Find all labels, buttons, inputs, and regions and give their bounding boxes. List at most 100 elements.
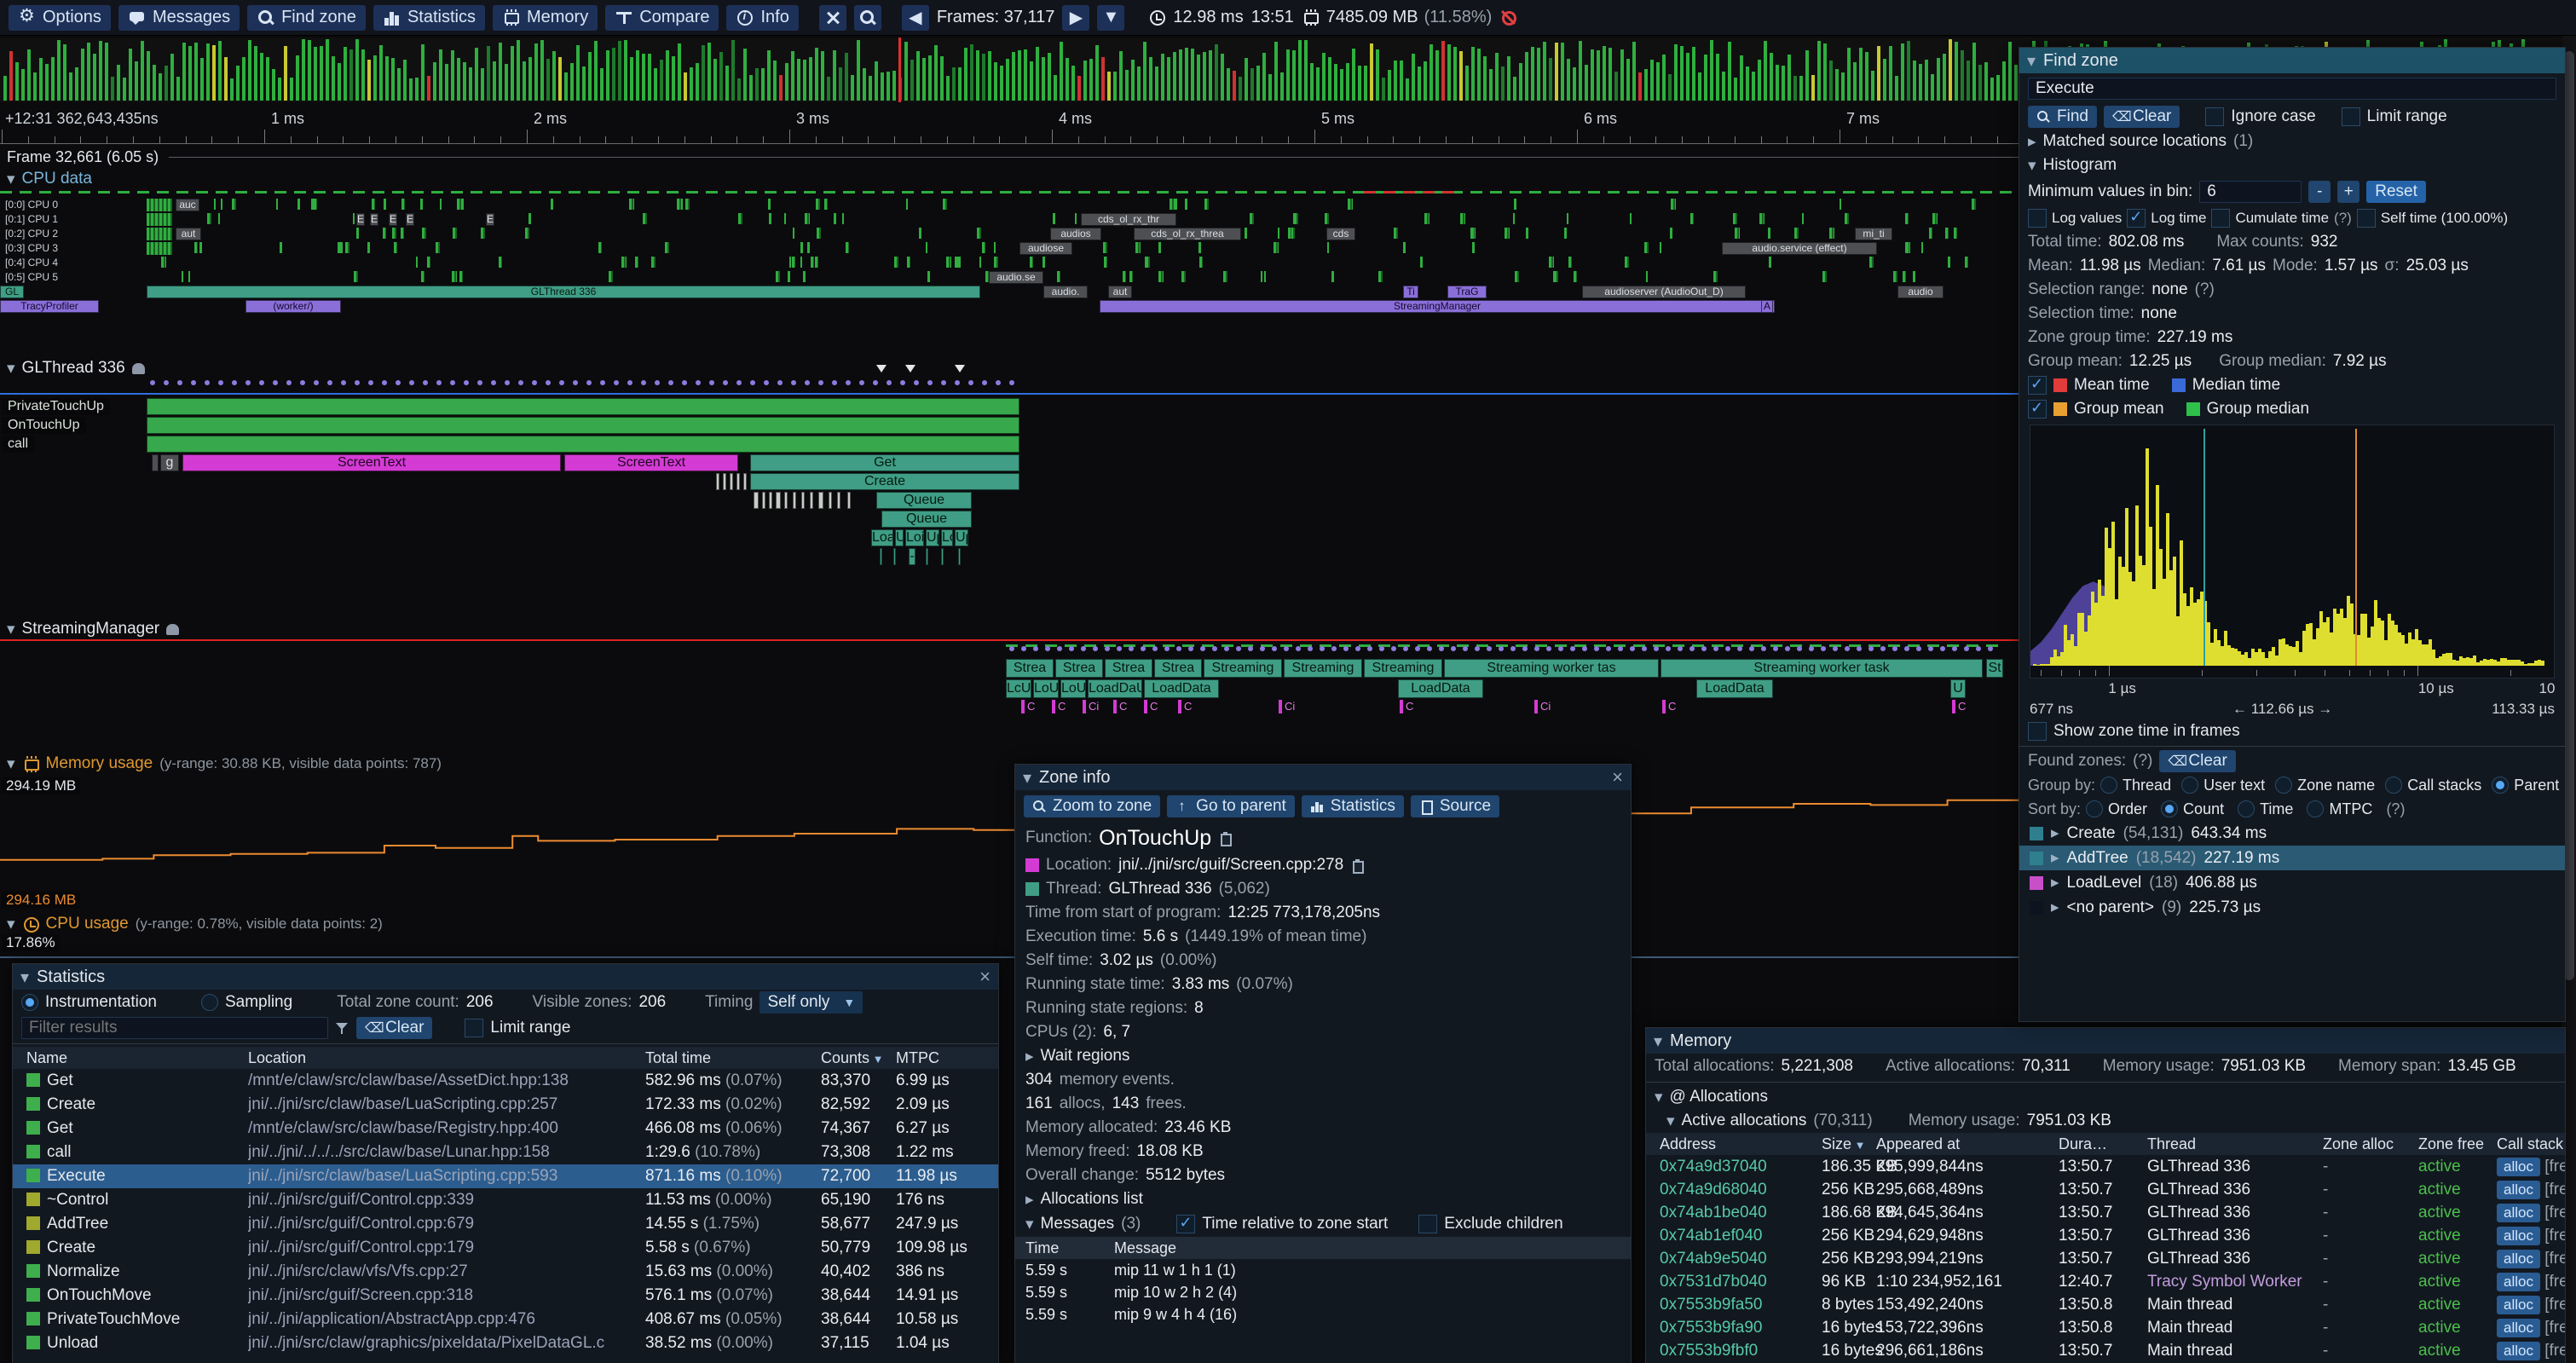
zone-marker[interactable]: C — [1178, 700, 1181, 713]
find-zone-query-input[interactable] — [2028, 78, 2556, 100]
frame-bar[interactable] — [654, 68, 657, 101]
cpu-data-header[interactable]: CPU data — [7, 169, 92, 189]
cpu-zone[interactable]: audiose — [1019, 242, 1072, 255]
increment-button[interactable]: + — [2337, 181, 2359, 203]
frame-bar[interactable] — [725, 66, 729, 101]
message-marker[interactable] — [1308, 646, 1313, 651]
column-header-name[interactable]: Name — [26, 1047, 67, 1069]
frame-bar[interactable] — [284, 46, 287, 101]
expand-arrow-icon[interactable] — [2051, 848, 2059, 868]
frame-bar[interactable] — [528, 57, 532, 101]
found-zone-group[interactable]: AddTree(18,542)227.19 ms — [2019, 846, 2565, 870]
message-marker[interactable] — [1785, 646, 1790, 651]
frame-bar[interactable] — [803, 60, 806, 101]
frame-bar[interactable] — [332, 56, 335, 101]
cpu-zone[interactable]: cds — [1326, 228, 1355, 240]
frame-bar[interactable] — [731, 40, 735, 101]
timeline-zone[interactable] — [810, 492, 813, 509]
frame-bar[interactable] — [1131, 60, 1135, 101]
frame-bar[interactable] — [1334, 64, 1337, 101]
frame-bar[interactable] — [785, 63, 788, 101]
frame-bar[interactable] — [27, 49, 31, 101]
group-by-radio-user-text[interactable] — [2181, 777, 2198, 794]
zoom-to-zone-button[interactable]: Zoom to zone — [1024, 795, 1160, 817]
timeline-zone[interactable]: Get — [750, 454, 1019, 471]
frame-bar[interactable] — [1734, 78, 1737, 101]
frame-bar[interactable] — [1710, 40, 1713, 101]
frame-bar[interactable] — [75, 67, 78, 101]
expand-arrow-icon[interactable] — [1025, 1190, 1034, 1210]
frame-bar[interactable] — [1626, 59, 1630, 101]
frame-bar[interactable] — [1847, 48, 1851, 101]
frame-bar[interactable] — [719, 52, 723, 101]
legend-checkbox[interactable] — [2028, 400, 2047, 419]
frame-bar[interactable] — [212, 45, 216, 101]
frame-bar[interactable] — [433, 62, 436, 101]
message-marker[interactable] — [1618, 646, 1623, 651]
frame-bar[interactable] — [1501, 66, 1505, 101]
frame-bar[interactable] — [1853, 62, 1857, 101]
frame-bar[interactable] — [779, 75, 783, 101]
expand-arrow-icon[interactable] — [2051, 873, 2059, 892]
frame-bar[interactable] — [534, 43, 538, 101]
frame-bar[interactable] — [1776, 65, 1779, 101]
message-marker[interactable] — [941, 380, 946, 385]
timeline-zone[interactable] — [716, 473, 719, 490]
sort-by-radio-order[interactable] — [2086, 800, 2103, 817]
collapse-arrow-icon[interactable] — [2028, 156, 2036, 176]
frame-bar[interactable] — [970, 44, 973, 101]
message-marker[interactable] — [1367, 646, 1372, 651]
message-marker[interactable] — [1152, 646, 1158, 651]
frame-bar[interactable] — [564, 72, 568, 101]
frame-bar[interactable] — [558, 57, 562, 101]
message-marker[interactable] — [1940, 646, 1945, 651]
timeline-zone[interactable]: Streaming worker task — [1661, 659, 1983, 678]
message-marker[interactable] — [859, 380, 864, 385]
message-marker[interactable] — [968, 380, 973, 385]
frame-bar[interactable] — [505, 64, 508, 101]
frame-bar[interactable] — [618, 41, 621, 101]
frame-bar[interactable] — [1692, 47, 1695, 101]
sort-by-radio-time[interactable] — [2238, 800, 2255, 817]
self-time-checkbox[interactable] — [2357, 209, 2376, 228]
frame-bar[interactable] — [1107, 72, 1111, 101]
statistics-row[interactable]: Createjni/../jni/src/guif/Control.cpp:17… — [13, 1236, 998, 1260]
frame-bar[interactable] — [1364, 66, 1367, 101]
timeline-zone[interactable] — [847, 492, 851, 509]
timeline-zone[interactable]: LoadData — [1696, 679, 1773, 698]
message-marker[interactable] — [1725, 646, 1730, 651]
frame-bar[interactable] — [39, 58, 43, 101]
frame-bar[interactable] — [1155, 66, 1158, 101]
frame-bar[interactable] — [839, 67, 842, 101]
frame-bar[interactable] — [1400, 61, 1403, 101]
timeline-zone[interactable] — [776, 492, 781, 509]
prev-frame-button[interactable]: ◀ — [902, 5, 929, 31]
message-marker[interactable] — [736, 380, 742, 385]
statistics-row[interactable]: Get/mnt/e/claw/src/claw/base/Registry.hp… — [13, 1117, 998, 1141]
frame-bar[interactable] — [1083, 61, 1087, 101]
alloc-callstack-button[interactable]: alloc — [2497, 1158, 2540, 1176]
frame-bar[interactable] — [51, 57, 55, 101]
frame-bar[interactable] — [1716, 54, 1719, 101]
collapse-arrow-icon[interactable] — [1023, 767, 1031, 788]
timeline-zone[interactable] — [743, 473, 747, 490]
frame-bar[interactable] — [1883, 59, 1886, 101]
zone-event-marker[interactable] — [876, 365, 887, 373]
statistics-row[interactable]: calljni/../jni/../../../src/claw/base/Lu… — [13, 1141, 998, 1164]
message-marker[interactable] — [1475, 646, 1480, 651]
message-marker[interactable] — [1845, 646, 1850, 651]
message-marker[interactable] — [1582, 646, 1587, 651]
frame-bar[interactable] — [391, 58, 395, 101]
min-bin-input[interactable] — [2199, 181, 2302, 203]
frame-bar[interactable] — [1304, 40, 1308, 101]
cpu-zone[interactable]: audioserver (AudioOut_D) — [1582, 286, 1746, 298]
frame-bar[interactable] — [397, 68, 401, 101]
frame-bar[interactable] — [475, 48, 478, 101]
allocation-row[interactable]: 0x7553b9fa9016 bytes153,722,396ns13:50.8… — [1646, 1316, 2565, 1339]
message-marker[interactable] — [805, 380, 810, 385]
cpu-zone[interactable]: E — [389, 213, 397, 226]
frame-bar[interactable] — [200, 58, 204, 101]
alloc-callstack-button[interactable]: alloc — [2497, 1342, 2540, 1360]
frame-bar[interactable] — [1239, 77, 1242, 101]
message-marker[interactable] — [423, 380, 428, 385]
